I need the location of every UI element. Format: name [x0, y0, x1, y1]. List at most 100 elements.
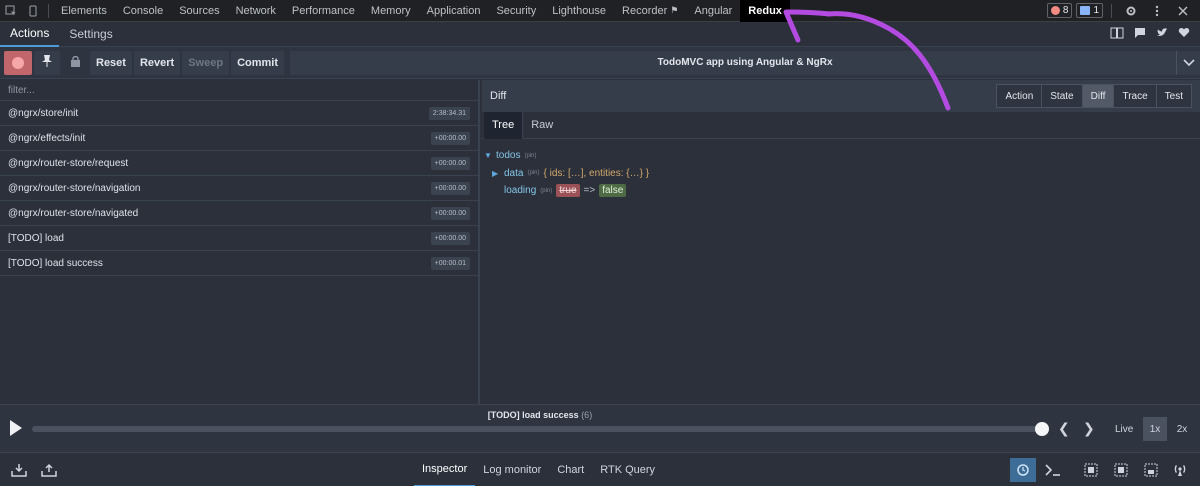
action-list-item[interactable]: @ngrx/store/init 2:38:34.31: [0, 101, 478, 126]
slider-track[interactable]: [32, 426, 1042, 432]
dock-left-icon[interactable]: [1078, 458, 1104, 482]
tab-lighthouse[interactable]: Lighthouse: [544, 0, 614, 22]
live-button[interactable]: Live: [1115, 424, 1133, 435]
play-icon[interactable]: [10, 420, 22, 436]
action-list-item[interactable]: @ngrx/router-store/request +00:00.00: [0, 151, 478, 176]
action-name: @ngrx/store/init: [8, 107, 79, 119]
action-name: @ngrx/effects/init: [8, 132, 86, 144]
tab-trace[interactable]: Trace: [1113, 84, 1157, 108]
pin-link[interactable]: (pin): [540, 188, 552, 194]
tab-inspector[interactable]: Inspector: [414, 453, 476, 486]
tab-state[interactable]: State: [1041, 84, 1083, 108]
devtools-tab-bar: Elements Console Sources Network Perform…: [0, 0, 1200, 22]
action-timestamp: +00:00.00: [430, 206, 470, 220]
speed-2x-button[interactable]: 2x: [1170, 417, 1194, 441]
action-timestamp: +00:00.01: [430, 256, 470, 270]
sweep-button[interactable]: Sweep: [182, 50, 230, 75]
tab-actions[interactable]: Actions: [0, 22, 60, 47]
diff-tree: ▼ todos (pin) ▶ data (pin) { ids: […], e…: [482, 139, 1200, 200]
dock-bottom-icon[interactable]: [1138, 458, 1164, 482]
slider-thumb[interactable]: [1035, 422, 1049, 436]
inspect-element-icon[interactable]: [0, 0, 22, 22]
pin-link[interactable]: (pin): [527, 170, 539, 176]
tab-diff[interactable]: Diff: [1081, 84, 1115, 108]
tab-recorder[interactable]: Recorder ⚑: [614, 0, 686, 22]
tab-chart[interactable]: Chart: [549, 453, 592, 486]
divider: [1111, 3, 1112, 18]
pin-link[interactable]: (pin): [524, 153, 536, 159]
lock-icon: [70, 55, 81, 70]
action-list-item[interactable]: @ngrx/router-store/navigation +00:00.00: [0, 176, 478, 201]
tab-action[interactable]: Action: [996, 84, 1043, 108]
monitor-switcher-bar: Inspector Log monitor Chart RTK Query: [0, 452, 1200, 486]
book-icon[interactable]: [1110, 27, 1124, 42]
value-preview: { ids: […], entities: {…} }: [543, 167, 650, 179]
action-list-item[interactable]: @ngrx/router-store/navigated +00:00.00: [0, 201, 478, 226]
chat-icon[interactable]: [1134, 27, 1146, 42]
tab-memory[interactable]: Memory: [363, 0, 419, 22]
lock-button[interactable]: [62, 51, 88, 75]
action-list-item[interactable]: @ngrx/effects/init +00:00.00: [0, 126, 478, 151]
collapsed-triangle-icon[interactable]: ▶: [492, 169, 500, 178]
tree-node-todos[interactable]: ▼ todos (pin): [484, 147, 1200, 165]
revert-button[interactable]: Revert: [133, 50, 181, 75]
tab-rtk-query[interactable]: RTK Query: [592, 453, 663, 486]
action-timestamp: +00:00.00: [430, 131, 470, 145]
tree-key: data: [504, 167, 524, 179]
dock-right-icon[interactable]: [1108, 458, 1134, 482]
tab-angular[interactable]: Angular: [686, 0, 740, 22]
twitter-icon[interactable]: [1156, 27, 1168, 41]
view-tabs: Tree Raw: [482, 111, 1200, 139]
tab-application[interactable]: Application: [419, 0, 489, 22]
monitor-subtabs: Actions Settings: [0, 22, 1200, 47]
action-name: [TODO] load: [8, 232, 64, 244]
message-count-badge[interactable]: 1: [1076, 3, 1103, 18]
expanded-triangle-icon[interactable]: ▼: [484, 151, 492, 160]
message-icon: [1080, 6, 1091, 15]
next-icon[interactable]: ❯: [1083, 420, 1095, 437]
commit-button[interactable]: Commit: [231, 50, 285, 75]
chevron-down-icon[interactable]: [1176, 50, 1200, 75]
devtools-status-area: 8 1: [1046, 0, 1200, 22]
speed-1x-button[interactable]: 1x: [1143, 417, 1167, 441]
tab-redux[interactable]: Redux: [740, 0, 790, 22]
tab-network[interactable]: Network: [228, 0, 284, 22]
tab-console[interactable]: Console: [115, 0, 171, 22]
tab-sources[interactable]: Sources: [171, 0, 227, 22]
heart-icon[interactable]: [1178, 27, 1190, 41]
remote-sync-icon[interactable]: [1010, 458, 1036, 482]
close-icon[interactable]: [1172, 0, 1194, 22]
terminal-icon[interactable]: [1040, 458, 1066, 482]
filter-input[interactable]: filter...: [0, 80, 478, 101]
tab-test[interactable]: Test: [1155, 84, 1192, 108]
tab-elements[interactable]: Elements: [53, 0, 115, 22]
import-icon[interactable]: [8, 459, 30, 481]
tab-tree[interactable]: Tree: [484, 111, 524, 139]
action-timestamp: 2:38:34.31: [428, 106, 470, 120]
gear-icon[interactable]: [1120, 0, 1142, 22]
broadcast-icon[interactable]: [1167, 458, 1193, 482]
action-list-item[interactable]: [TODO] load success +00:00.01: [0, 251, 478, 276]
record-icon: [12, 56, 24, 69]
action-name: @ngrx/router-store/request: [8, 157, 129, 169]
tree-node-data[interactable]: ▶ data (pin) { ids: […], entities: {…} }: [484, 165, 1200, 183]
tab-log-monitor[interactable]: Log monitor: [475, 453, 549, 486]
tab-security[interactable]: Security: [488, 0, 544, 22]
previous-icon[interactable]: ❮: [1058, 420, 1070, 437]
instance-selector[interactable]: TodoMVC app using Angular & NgRx: [290, 50, 1200, 75]
export-icon[interactable]: [38, 459, 60, 481]
tab-settings[interactable]: Settings: [59, 22, 122, 47]
action-list-item[interactable]: [TODO] load +00:00.00: [0, 226, 478, 251]
action-timestamp: +00:00.00: [430, 181, 470, 195]
more-vertical-icon[interactable]: [1146, 0, 1168, 22]
record-button[interactable]: [4, 50, 32, 75]
old-value: true: [556, 184, 580, 198]
tab-raw[interactable]: Raw: [523, 112, 561, 139]
persist-button[interactable]: [34, 50, 60, 75]
action-name: @ngrx/router-store/navigated: [8, 207, 139, 219]
reset-button[interactable]: Reset: [90, 50, 132, 75]
new-value: false: [599, 184, 627, 198]
tab-performance[interactable]: Performance: [284, 0, 363, 22]
error-count-badge[interactable]: 8: [1046, 3, 1073, 18]
device-toolbar-icon[interactable]: [22, 0, 44, 22]
